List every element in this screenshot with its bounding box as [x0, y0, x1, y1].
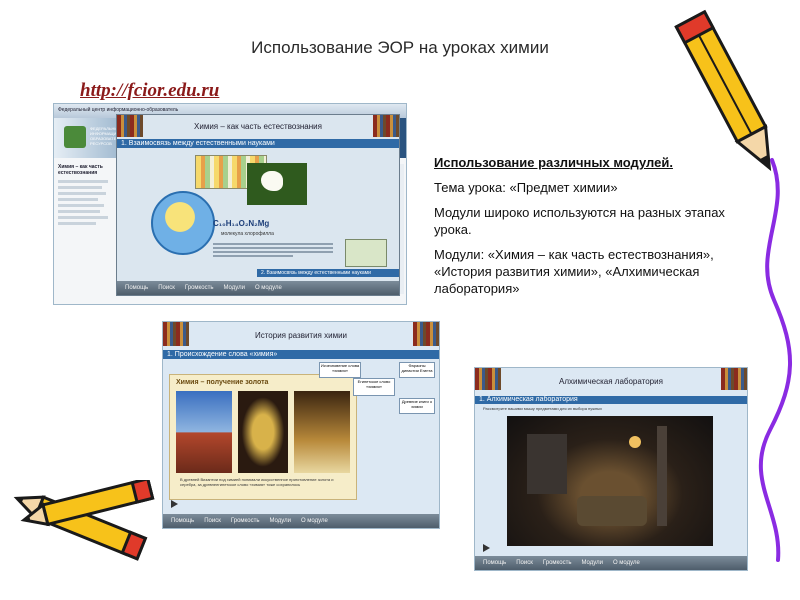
screenshot-alchemy-lab: Алхимическая лаборатория 1. Алхимическая…: [474, 367, 748, 571]
lab-scene-image[interactable]: [507, 416, 713, 546]
mindmap-node[interactable]: Египетское слово «химия»: [353, 378, 395, 396]
footer-modules[interactable]: Модули: [269, 518, 291, 524]
site-page-heading: Химия – как часть естествознания: [58, 164, 103, 176]
footer-search[interactable]: Поиск: [516, 560, 533, 566]
squiggle-decoration: [758, 158, 792, 562]
mindmap-node[interactable]: Исчезновение слова «химия»: [319, 362, 361, 378]
module-footer: Помощь Поиск Громкость Модули О модуле: [117, 281, 399, 295]
footer-about[interactable]: О модуле: [301, 518, 328, 524]
footer-about[interactable]: О модуле: [613, 560, 640, 566]
play-icon[interactable]: [171, 500, 178, 508]
window-title: Химия – как часть естествознания: [194, 122, 322, 131]
footer-modules[interactable]: Модули: [223, 285, 245, 291]
screenshot-history: История развития химии 1. Происхождение …: [162, 321, 440, 529]
panel-title: Химия – получение золота: [176, 379, 269, 386]
modules-list: Модули: «Химия – как часть естествознани…: [434, 247, 714, 296]
module-text: [213, 241, 333, 259]
statue-image: [238, 391, 288, 473]
footer-volume[interactable]: Громкость: [185, 285, 214, 291]
section-bar: 1. Происхождение слова «химия»: [163, 350, 439, 359]
footer-volume[interactable]: Громкость: [543, 560, 572, 566]
mindmap-node[interactable]: Фараоны династии Египта: [399, 362, 435, 378]
pencil-icon: [13, 480, 155, 561]
globe-icon: [151, 191, 215, 255]
module-window: Химия – как часть естествознания 1. Взаи…: [116, 114, 400, 296]
footer-about[interactable]: О модуле: [255, 285, 282, 291]
mindmap-node[interactable]: Древние книги о химии: [399, 398, 435, 414]
formula-caption: молекула хлорофилла: [221, 231, 274, 237]
formula: C₁₀H₁₄O₂N₂Mg: [213, 219, 270, 228]
gold-panel: Химия – получение золота В древней Визан…: [169, 374, 357, 500]
browser-tab[interactable]: Федеральный центр информационно-образова…: [58, 107, 178, 113]
thumbnail-image[interactable]: [345, 239, 387, 267]
temple-image: [176, 391, 232, 473]
section-bar: 1. Взаимосвязь между естественными наука…: [117, 139, 399, 148]
footer-modules[interactable]: Модули: [581, 560, 603, 566]
window-title: История развития химии: [254, 331, 348, 340]
footer-search[interactable]: Поиск: [204, 518, 221, 524]
bottom-section-bar: 2. Взаимосвязь между естественными наука…: [257, 269, 399, 277]
footer-help[interactable]: Помощь: [125, 285, 148, 291]
footer-volume[interactable]: Громкость: [231, 518, 260, 524]
site-logo-icon: [64, 126, 86, 148]
module-footer: Помощь Поиск Громкость Модули О модуле: [475, 556, 747, 570]
footer-search[interactable]: Поиск: [158, 285, 175, 291]
footer-help[interactable]: Помощь: [483, 560, 506, 566]
window-title: Алхимическая лаборатория: [559, 377, 663, 386]
gold-image: [294, 391, 350, 473]
site-page-content: Химия – как часть естествознания: [58, 164, 114, 294]
section-bar: 1. Алхимическая лаборатория: [475, 396, 747, 404]
play-icon[interactable]: [483, 544, 490, 552]
caption-text: В древней Византии под химией понимали и…: [180, 477, 334, 487]
url-link[interactable]: http://fcior.edu.ru: [80, 80, 219, 102]
flower-icon: [247, 163, 307, 205]
hint-text: Рассмотрите вашими мышу предметами для и…: [483, 406, 603, 411]
modules-usage: Модули широко используются на разных эта…: [434, 205, 725, 237]
module-footer: Помощь Поиск Громкость Модули О модуле: [163, 514, 439, 528]
footer-help[interactable]: Помощь: [171, 518, 194, 524]
screenshot-fcior-site: Федеральный центр информационно-образова…: [53, 103, 407, 305]
